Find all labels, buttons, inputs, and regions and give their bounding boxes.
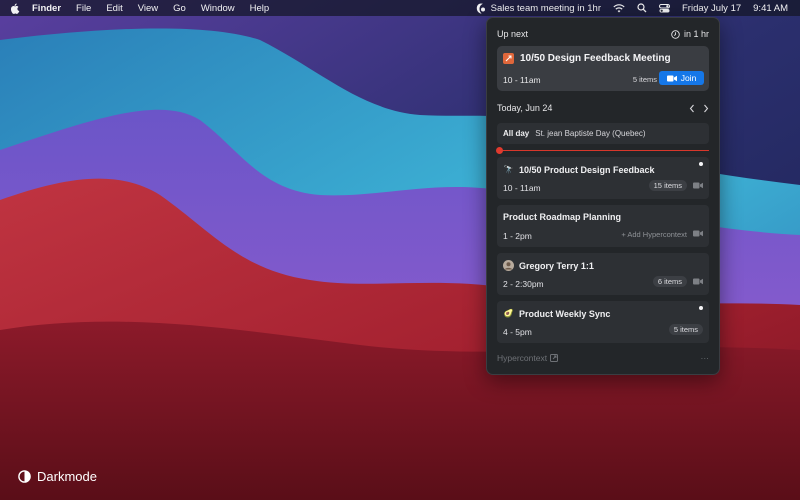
brand-label: Hypercontext (497, 353, 548, 363)
event-card[interactable]: 🔭 10/50 Product Design Feedback 10 - 11a… (497, 157, 709, 199)
event-title-row: Gregory Terry 1:1 (503, 260, 594, 271)
event-time: 2 - 2:30pm (503, 279, 544, 289)
day-label: Today, Jun 24 (497, 103, 553, 113)
search-icon[interactable] (637, 3, 647, 13)
avatar (503, 260, 514, 271)
telescope-icon: 🔭 (503, 165, 514, 174)
popover-footer: Hypercontext ··· (497, 353, 709, 363)
contrast-icon (18, 470, 31, 483)
hypercontext-popover: Up next in 1 hr 10/50 Design Feedback Me… (486, 17, 720, 375)
items-badge: 15 items (648, 180, 687, 191)
hypercontext-icon (476, 3, 485, 13)
status-text: Sales team meeting in 1hr (490, 2, 601, 14)
popover-header: Up next in 1 hr (497, 28, 709, 40)
event-title: Product Weekly Sync (519, 308, 611, 319)
event-title-row: Product Roadmap Planning (503, 212, 621, 222)
darkmode-text: Darkmode (37, 469, 97, 484)
menubar-date[interactable]: Friday July 17 (682, 3, 741, 14)
all-day-event-title: St. jean Baptiste Day (Quebec) (535, 129, 646, 138)
event-time: 4 - 5pm (503, 327, 532, 337)
video-camera-icon[interactable] (693, 230, 703, 237)
join-button[interactable]: Join (659, 71, 704, 85)
event-card[interactable]: 🥑 Product Weekly Sync 4 - 5pm 5 items (497, 301, 709, 343)
up-next-heading: Up next (497, 29, 529, 39)
control-center-icon[interactable] (659, 3, 670, 13)
event-title-row: 🔭 10/50 Product Design Feedback (503, 164, 655, 175)
next-meeting-title-row: 10/50 Design Feedback Meeting (503, 53, 671, 64)
avocado-icon: 🥑 (503, 309, 514, 318)
clock-icon (671, 29, 680, 39)
items-badge: 6 items (652, 276, 687, 287)
day-navigation: Today, Jun 24 (497, 102, 709, 114)
event-title: Product Roadmap Planning (503, 212, 622, 222)
countdown-text: in 1 hr (683, 29, 709, 39)
event-title: Gregory Terry 1:1 (519, 260, 594, 271)
event-card[interactable]: Gregory Terry 1:1 2 - 2:30pm 6 items (497, 253, 709, 295)
next-meeting-title: 10/50 Design Feedback Meeting (520, 53, 671, 64)
next-meeting-items-count: 5 items (632, 75, 657, 84)
darkmode-watermark: Darkmode (18, 469, 97, 484)
menu-edit[interactable]: Edit (106, 3, 122, 14)
apple-icon[interactable] (10, 2, 24, 14)
menu-file[interactable]: File (76, 3, 91, 14)
all-day-label: All day (503, 129, 530, 138)
menu-finder[interactable]: Finder (32, 3, 61, 14)
wifi-icon[interactable] (613, 3, 625, 13)
event-time: 1 - 2pm (503, 231, 532, 241)
event-title-row: 🥑 Product Weekly Sync (503, 308, 611, 319)
current-time-line (499, 150, 709, 151)
hypercontext-link[interactable]: Hypercontext (497, 353, 559, 363)
external-link-icon (550, 354, 559, 362)
menu-window[interactable]: Window (201, 3, 235, 14)
items-badge: 5 items (668, 324, 703, 335)
event-card[interactable]: Product Roadmap Planning 1 - 2pm + Add H… (497, 205, 709, 247)
all-day-event[interactable]: All day St. jean Baptiste Day (Quebec) (497, 123, 709, 144)
unread-dot (699, 162, 703, 166)
hypercontext-status-item[interactable]: Sales team meeting in 1hr (476, 3, 601, 14)
video-camera-icon[interactable] (693, 278, 703, 285)
more-options-button[interactable]: ··· (701, 353, 710, 363)
chevron-left-icon[interactable] (689, 104, 695, 113)
countdown: in 1 hr (671, 29, 709, 39)
menu-go[interactable]: Go (173, 3, 186, 14)
unread-dot (699, 306, 703, 310)
menu-bar: Finder File Edit View Go Window Help Sal… (0, 0, 800, 16)
menu-view[interactable]: View (138, 3, 158, 14)
event-title: 10/50 Product Design Feedback (519, 164, 655, 175)
video-camera-icon (666, 75, 677, 81)
next-meeting-card[interactable]: 10/50 Design Feedback Meeting 10 - 11am … (497, 46, 709, 91)
meeting-type-icon (503, 53, 514, 64)
next-meeting-time: 10 - 11am (503, 75, 541, 85)
add-hypercontext-link[interactable]: + Add Hypercontext (621, 230, 687, 239)
event-time: 10 - 11am (503, 183, 541, 193)
join-button-label: Join (680, 73, 697, 83)
video-camera-icon[interactable] (693, 182, 703, 189)
current-time-dot (496, 147, 503, 154)
menubar-time[interactable]: 9:41 AM (753, 3, 788, 14)
menu-help[interactable]: Help (250, 3, 270, 14)
chevron-right-icon[interactable] (703, 104, 709, 113)
